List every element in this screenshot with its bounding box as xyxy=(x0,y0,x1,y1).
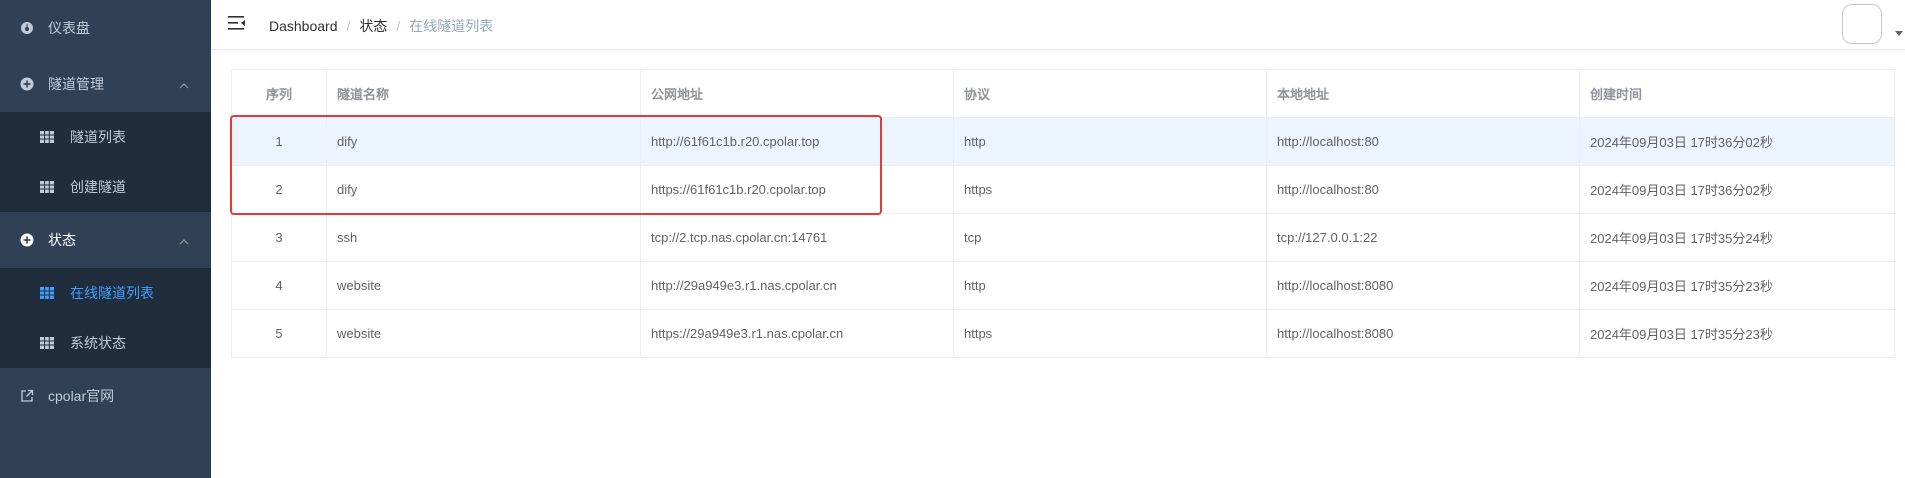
column-header-public-url: 公网地址 xyxy=(641,70,954,117)
menu-tunnel-management[interactable]: 隧道管理 xyxy=(0,56,211,112)
cell-protocol: tcp xyxy=(954,214,1267,261)
table-row[interactable]: 4 website http://29a949e3.r1.nas.cpolar.… xyxy=(232,262,1894,310)
breadcrumb-separator: / xyxy=(346,18,351,34)
table-row[interactable]: 1 dify http://61f61c1b.r20.cpolar.top ht… xyxy=(232,118,1894,166)
column-header-index: 序列 xyxy=(232,70,327,117)
cell-created-at: 2024年09月03日 17时35分23秒 xyxy=(1590,279,1773,294)
menu-official-site-label: cpolar官网 xyxy=(48,388,115,404)
avatar[interactable] xyxy=(1842,4,1882,44)
caret-down-icon[interactable] xyxy=(1895,31,1903,36)
menu-online-tunnels[interactable]: 在线隧道列表 xyxy=(0,268,211,318)
navbar: Dashboard / 状态 / 在线隧道列表 xyxy=(211,0,1905,50)
breadcrumb-separator: / xyxy=(396,18,401,34)
cell-local-address: http://localhost:8080 xyxy=(1267,262,1580,309)
cell-public-url: tcp://2.tcp.nas.cpolar.cn:14761 xyxy=(641,214,954,261)
cell-name: website xyxy=(327,262,641,309)
table-icon xyxy=(40,131,54,143)
table-header-row: 序列 隧道名称 公网地址 协议 本地地址 创建时间 xyxy=(232,70,1894,118)
cell-public-url: https://61f61c1b.r20.cpolar.top xyxy=(641,166,954,213)
table-icon xyxy=(40,181,54,193)
cell-index: 3 xyxy=(232,214,327,261)
cell-created-at: 2024年09月03日 17时35分23秒 xyxy=(1590,327,1773,342)
cell-public-url: http://61f61c1b.r20.cpolar.top xyxy=(641,118,954,165)
cell-index: 4 xyxy=(232,262,327,309)
table-row[interactable]: 5 website https://29a949e3.r1.nas.cpolar… xyxy=(232,310,1894,358)
menu-official-site[interactable]: cpolar官网 xyxy=(0,368,211,424)
cell-created-at: 2024年09月03日 17时36分02秒 xyxy=(1590,135,1773,150)
table-icon xyxy=(40,337,54,349)
breadcrumb-current: 在线隧道列表 xyxy=(409,18,494,34)
dashboard-icon xyxy=(20,21,34,35)
menu-tunnel-list[interactable]: 隧道列表 xyxy=(0,112,211,162)
column-header-created-at: 创建时间 xyxy=(1590,87,1643,102)
column-header-local-address: 本地地址 xyxy=(1267,70,1580,117)
breadcrumb: Dashboard / 状态 / 在线隧道列表 xyxy=(269,16,493,36)
menu-tunnel-management-label: 隧道管理 xyxy=(48,76,104,92)
hamburger-icon[interactable] xyxy=(228,15,246,31)
cell-local-address: http://localhost:80 xyxy=(1267,118,1580,165)
cell-protocol: https xyxy=(954,310,1267,357)
chevron-up-icon xyxy=(179,79,189,89)
cell-local-address: http://localhost:8080 xyxy=(1267,310,1580,357)
menu-dashboard[interactable]: 仪表盘 xyxy=(0,0,211,56)
menu-create-tunnel-label: 创建隧道 xyxy=(70,179,126,195)
cell-created-at: 2024年09月03日 17时35分24秒 xyxy=(1590,231,1773,246)
column-header-name: 隧道名称 xyxy=(327,70,641,117)
menu-online-tunnels-label: 在线隧道列表 xyxy=(70,285,154,301)
menu-status-label: 状态 xyxy=(48,232,76,248)
breadcrumb-status[interactable]: 状态 xyxy=(359,16,387,36)
cell-created-at: 2024年09月03日 17时36分02秒 xyxy=(1590,183,1773,198)
breadcrumb-dashboard[interactable]: Dashboard xyxy=(269,18,338,34)
plus-circle-icon xyxy=(20,77,34,91)
table-row[interactable]: 2 dify https://61f61c1b.r20.cpolar.top h… xyxy=(232,166,1894,214)
plus-circle-icon xyxy=(20,233,34,247)
cell-name: ssh xyxy=(327,214,641,261)
cell-protocol: https xyxy=(954,166,1267,213)
cell-public-url: http://29a949e3.r1.nas.cpolar.cn xyxy=(641,262,954,309)
column-header-protocol: 协议 xyxy=(954,70,1267,117)
cell-index: 1 xyxy=(232,118,327,165)
cell-index: 2 xyxy=(232,166,327,213)
menu-status[interactable]: 状态 xyxy=(0,212,211,268)
table-icon xyxy=(40,287,54,299)
sidebar: 仪表盘 隧道管理 隧道列表 创建隧道 状态 在线隧道列表 系统状态 cpolar… xyxy=(0,0,211,478)
chevron-up-icon xyxy=(179,235,189,245)
cell-name: dify xyxy=(327,118,641,165)
cell-local-address: http://localhost:80 xyxy=(1267,166,1580,213)
menu-dashboard-label: 仪表盘 xyxy=(48,20,90,36)
external-link-icon xyxy=(20,389,34,403)
menu-system-status[interactable]: 系统状态 xyxy=(0,318,211,368)
table-row[interactable]: 3 ssh tcp://2.tcp.nas.cpolar.cn:14761 tc… xyxy=(232,214,1894,262)
cell-protocol: http xyxy=(954,118,1267,165)
menu-system-status-label: 系统状态 xyxy=(70,335,126,351)
menu-tunnel-list-label: 隧道列表 xyxy=(70,129,126,145)
online-tunnels-table: 序列 隧道名称 公网地址 协议 本地地址 创建时间 1 dify http://… xyxy=(231,69,1895,358)
cell-public-url: https://29a949e3.r1.nas.cpolar.cn xyxy=(641,310,954,357)
cell-protocol: http xyxy=(954,262,1267,309)
cell-name: website xyxy=(327,310,641,357)
cell-local-address: tcp://127.0.0.1:22 xyxy=(1267,214,1580,261)
cell-index: 5 xyxy=(232,310,327,357)
menu-create-tunnel[interactable]: 创建隧道 xyxy=(0,162,211,212)
cell-name: dify xyxy=(327,166,641,213)
